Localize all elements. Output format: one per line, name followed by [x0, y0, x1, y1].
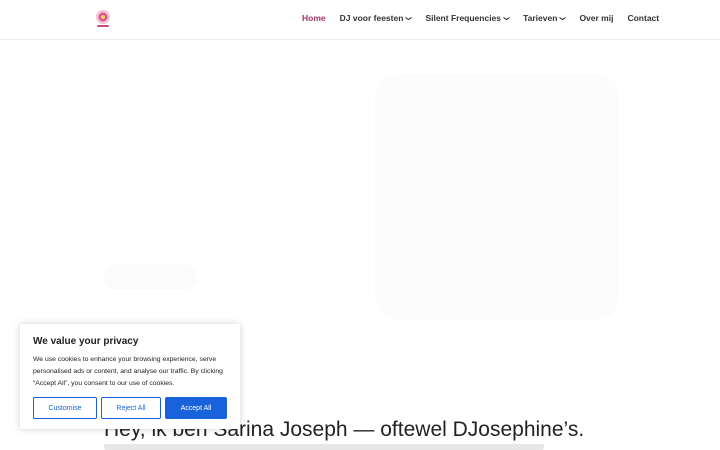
cookie-title: We value your privacy [33, 336, 139, 347]
nav-dj-voor-feesten[interactable]: DJ voor feesten ❯ [340, 13, 412, 23]
nav-silent-frequencies-label: Silent Frequencies [425, 13, 502, 23]
chevron-down-icon: ❯ [503, 15, 510, 21]
nav-tarieven-label: Tarieven [523, 13, 558, 23]
reject-all-button[interactable]: Reject All [101, 397, 161, 419]
nav-tarieven[interactable]: Tarieven ❯ [523, 13, 565, 23]
chevron-down-icon: ❯ [405, 15, 412, 21]
site-logo[interactable] [94, 9, 112, 29]
nav-over-mij-label: Over mij [579, 13, 614, 23]
nav-home-label: Home [302, 13, 326, 23]
accept-all-button[interactable]: Accept All [165, 397, 227, 419]
nav-contact-label: Contact [627, 13, 660, 23]
djosephines-logo-icon [96, 10, 110, 27]
customise-button[interactable]: Customise [33, 397, 97, 419]
chevron-down-icon: ❯ [559, 15, 566, 21]
nav-over-mij[interactable]: Over mij [579, 13, 613, 23]
hero-button-placeholder[interactable] [103, 264, 197, 290]
intro-text-line [104, 444, 544, 450]
nav-dj-voor-feesten-label: DJ voor feesten [339, 13, 404, 23]
cookie-consent-banner: We value your privacy We use cookies to … [20, 324, 240, 429]
site-header: Home DJ voor feesten ❯ Silent Frequencie… [0, 0, 720, 39]
nav-silent-frequencies[interactable]: Silent Frequencies ❯ [425, 13, 509, 23]
nav-home[interactable]: Home [302, 13, 326, 23]
main-nav: Home DJ voor feesten ❯ Silent Frequencie… [302, 13, 673, 23]
cookie-description: We use cookies to enhance your browsing … [33, 356, 223, 387]
nav-contact[interactable]: Contact [627, 13, 659, 23]
hero-image [375, 74, 619, 320]
